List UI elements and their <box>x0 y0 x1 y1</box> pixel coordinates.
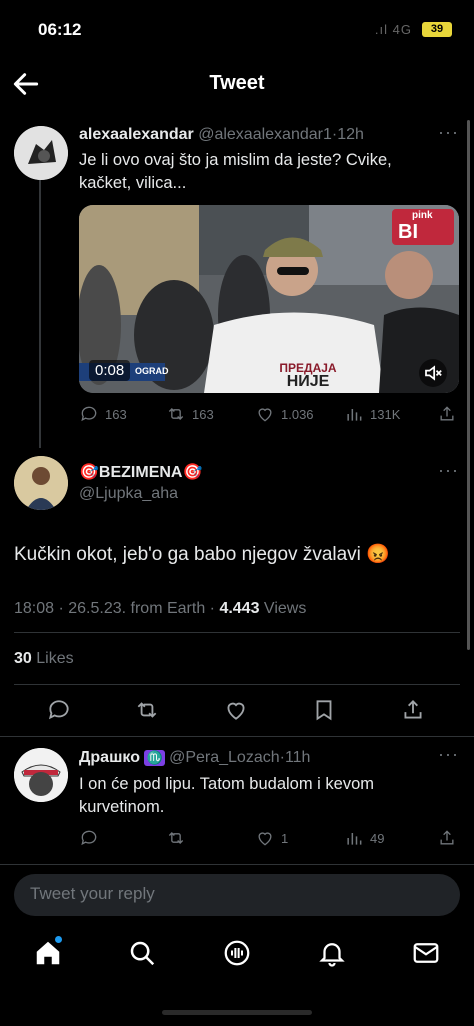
divider <box>0 736 474 737</box>
reply-author-handle[interactable]: @Pera_Lozach <box>169 749 280 766</box>
more-options-icon[interactable]: ··· <box>438 744 459 765</box>
likes-label: Likes <box>31 650 74 667</box>
main-author-name[interactable]: BEZIMENA <box>99 464 183 481</box>
divider <box>0 864 474 865</box>
reply-icon <box>81 830 97 846</box>
retweet-button-reply[interactable] <box>166 828 186 848</box>
messages-icon[interactable] <box>411 938 441 968</box>
parent-tweet-header: alexaalexandar @alexaalexandar1·12h <box>79 126 429 144</box>
mute-icon[interactable] <box>419 359 447 387</box>
bookmark-icon <box>316 700 332 721</box>
main-author-handle[interactable]: @Ljupka_aha <box>79 485 178 503</box>
scrollbar[interactable] <box>467 120 470 650</box>
more-options-icon[interactable]: ··· <box>438 460 459 481</box>
bottom-nav <box>0 926 474 986</box>
reply-button-main[interactable] <box>46 697 72 723</box>
share-icon <box>440 406 454 421</box>
share-icon <box>440 830 454 845</box>
reply-author-name[interactable]: Драшко <box>79 749 140 766</box>
video-location: OGRAD <box>135 366 169 376</box>
reply-icon <box>81 406 97 422</box>
avatar[interactable] <box>14 748 68 802</box>
divider <box>14 684 460 685</box>
status-bar: 06:12 .ıl 4G 39 <box>0 0 474 60</box>
shirt-print: ПРЕДАЈА НИЈЕ <box>273 361 343 390</box>
like-count: 1.036 <box>281 406 314 422</box>
reply-icon <box>48 700 69 720</box>
reply-tweet-time: 11h <box>284 749 311 766</box>
retweet-icon <box>168 832 184 844</box>
reply-button-reply[interactable] <box>79 828 99 848</box>
likes-summary[interactable]: 30 Likes <box>14 650 74 668</box>
overlay-brand: pink <box>412 210 433 221</box>
spaces-icon[interactable] <box>222 938 252 968</box>
status-time: 06:12 <box>38 20 82 39</box>
parent-tweet-text: Je li ovo ovaj što ja mislim da jeste? C… <box>79 151 392 192</box>
like-icon <box>258 832 272 846</box>
notification-dot <box>55 936 62 943</box>
reply-tweet-header: Драшко ♏ @Pera_Lozach·11h <box>79 749 429 767</box>
retweet-button-main[interactable] <box>134 697 160 723</box>
views-icon <box>347 833 362 845</box>
avatar[interactable] <box>14 126 68 180</box>
broadcast-overlay: pink BI <box>392 209 454 245</box>
home-icon[interactable] <box>33 936 63 968</box>
share-button-reply[interactable] <box>437 828 457 848</box>
parent-tweet-time: 12h <box>337 126 364 143</box>
main-author-name-row[interactable]: 🎯BEZIMENA🎯 <box>79 462 202 482</box>
retweet-count: 163 <box>192 406 214 422</box>
views-count: 131K <box>370 406 401 422</box>
retweet-button[interactable]: 163 <box>166 404 214 424</box>
like-button-reply[interactable]: 1 <box>255 828 288 848</box>
reply-input[interactable]: Tweet your reply <box>14 874 460 916</box>
likes-count-main: 30 <box>14 650 32 667</box>
reply-like-count: 1 <box>281 830 289 846</box>
like-button[interactable]: 1.036 <box>255 404 314 424</box>
thread-line <box>39 180 41 448</box>
reply-button[interactable]: 163 <box>79 404 127 424</box>
avatar[interactable] <box>14 456 68 510</box>
shirt-text-line2: НИЈЕ <box>286 373 330 390</box>
more-options-icon[interactable]: ··· <box>438 122 459 143</box>
battery-indicator: 39 <box>422 22 452 37</box>
home-indicator[interactable] <box>162 1010 312 1015</box>
parent-author-handle[interactable]: @alexaalexandar1 <box>198 126 332 143</box>
views-count-main: 4.443 <box>219 600 260 617</box>
video-media[interactable]: pink BI ПРЕДАЈА НИЈЕ OGRAD 0:08 <box>79 205 459 393</box>
share-button-main[interactable] <box>400 697 426 723</box>
divider <box>14 632 460 633</box>
views-icon <box>347 409 362 421</box>
video-duration: 0:08 <box>89 360 131 381</box>
share-button[interactable] <box>437 404 457 424</box>
like-button-main[interactable] <box>223 697 249 723</box>
retweet-icon <box>137 702 157 718</box>
main-tweet-text: Kučkin okot, jeb'o ga babo njegov žvalav… <box>14 544 390 565</box>
reply-views-count: 49 <box>370 830 385 846</box>
tweet-meta: 18:08 · 26.5.23. from Earth · 4.443 View… <box>14 600 306 618</box>
views-label: Views <box>259 600 307 617</box>
reply-author-badge: ♏ <box>144 750 165 766</box>
reply-input-placeholder: Tweet your reply <box>30 884 155 903</box>
share-icon <box>404 700 422 719</box>
header: Tweet <box>0 60 474 110</box>
signal-indicator: .ıl 4G <box>374 22 412 37</box>
notifications-icon[interactable] <box>317 938 347 968</box>
parent-author-name[interactable]: alexaalexandar <box>79 126 194 143</box>
overlay-tag: BI <box>398 221 418 243</box>
retweet-icon <box>168 408 184 420</box>
views-button-reply[interactable]: 49 <box>344 828 384 848</box>
like-icon <box>227 702 245 720</box>
like-icon <box>258 408 272 422</box>
reply-tweet-text: I on će pod lipu. Tatom budalom i kevom … <box>79 775 375 816</box>
search-icon[interactable] <box>127 938 157 968</box>
views-button[interactable]: 131K <box>344 404 400 424</box>
tweet-timestamp: 18:08 · 26.5.23. from Earth · <box>14 600 220 617</box>
page-title: Tweet <box>209 72 265 94</box>
bookmark-button[interactable] <box>311 697 337 723</box>
reply-count: 163 <box>105 406 127 422</box>
